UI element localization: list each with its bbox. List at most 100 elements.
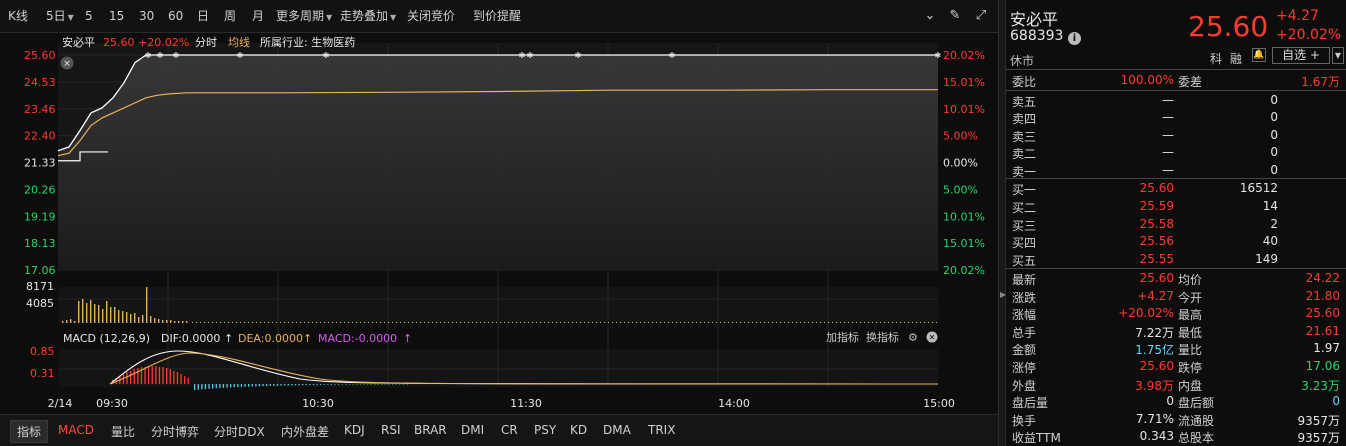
macd-bar (262, 384, 264, 387)
switch-indicator-button[interactable]: 换指标 (866, 330, 899, 344)
price-tick: 17.06 (24, 264, 56, 277)
volume-bar (138, 317, 140, 323)
volume-bar (852, 322, 853, 323)
add-watchlist-button[interactable]: 自选 + (1272, 47, 1330, 64)
volume-bar (876, 322, 877, 323)
volume-bar (596, 322, 597, 323)
tab-内外盘差[interactable]: 内外盘差 (281, 423, 329, 440)
price-alert-button[interactable]: 到价提醒 (473, 9, 521, 23)
expand-icon[interactable]: ⤢ (972, 7, 990, 25)
macd-bar (399, 384, 401, 385)
pct-tick: 15.01% (943, 237, 985, 250)
volume-bar (288, 322, 289, 323)
volume-bar (568, 322, 569, 323)
volume-bar (432, 322, 433, 323)
more-periods-dropdown[interactable]: 更多周期 ▼ (276, 9, 332, 25)
chevron-down-icon[interactable]: ▼ (1332, 47, 1344, 64)
volume-bar (800, 322, 801, 323)
tab-psy[interactable]: PSY (534, 423, 556, 437)
ask-row: 卖四 —0 (1012, 110, 1278, 127)
stock-code: 688393 (1010, 28, 1064, 44)
panel-divider[interactable]: ▶ (998, 0, 1006, 446)
tab-15min[interactable]: 15 (109, 9, 124, 23)
volume-bar (516, 322, 517, 323)
volume-bar (936, 322, 937, 323)
volume-bar (856, 322, 857, 323)
volume-bar (460, 322, 461, 323)
bell-icon[interactable]: 🔔 (1252, 48, 1266, 62)
macd-bar (302, 384, 304, 386)
volume-bar (372, 322, 373, 323)
volume-bar (228, 322, 229, 323)
volume-bar (608, 322, 609, 323)
stat-row: 收益TTM 0.343 总股本 9357万 (1012, 429, 1340, 446)
volume-bar (840, 322, 841, 323)
overlay-dropdown[interactable]: 走势叠加 ▼ (340, 9, 396, 25)
volume-bar (764, 322, 765, 323)
tab-dmi[interactable]: DMI (461, 423, 484, 437)
pct-tick: 0.00% (943, 157, 978, 170)
tab-分时ddx[interactable]: 分时DDX (214, 423, 265, 440)
tab-trix[interactable]: TRIX (648, 423, 675, 437)
volume-bar (588, 322, 589, 323)
volume-bar (644, 322, 645, 323)
volume-bar (396, 322, 397, 323)
tab-分时博弈[interactable]: 分时博弈 (151, 423, 199, 440)
info-icon[interactable]: i (1068, 32, 1081, 45)
volume-bar (408, 322, 409, 323)
macd-bar (381, 384, 383, 385)
macd-bar (237, 384, 239, 388)
tab-cr[interactable]: CR (501, 423, 518, 437)
tab-week[interactable]: 周 (224, 9, 236, 23)
price-fill (58, 55, 938, 270)
limit-marker-icon: ✱ (323, 51, 330, 60)
tab-macd[interactable]: MACD (58, 423, 94, 437)
volume-bar (236, 322, 237, 323)
close-auction-button[interactable]: 关闭竞价 (407, 9, 455, 23)
tab-kd[interactable]: KD (570, 423, 587, 437)
intraday-chart[interactable]: ✱ ✱ ✱ ✱ ✱ ✱ ✱ ✱ ✱ ✱ 25.6024.5323.4622.4021.3320.2… (0, 33, 998, 414)
chart-mode: 分时 (195, 36, 217, 49)
stat-row: 换手 7.71% 流通股 9357万 (1012, 411, 1340, 428)
volume-bar (264, 322, 265, 323)
circle-chevron-down-icon[interactable]: ⌄ (921, 7, 939, 25)
volume-bar (508, 322, 509, 323)
tab-5day[interactable]: 5日 ▼ (46, 9, 74, 25)
volume-bar (196, 322, 197, 323)
volume-bar (78, 301, 80, 323)
volume-bar (848, 322, 849, 323)
volume-bar (524, 322, 525, 323)
volume-bar (216, 322, 217, 323)
volume-bar (564, 322, 565, 323)
volume-bar (66, 320, 68, 323)
tab-60min[interactable]: 60 (168, 9, 183, 23)
macd-bar (201, 384, 203, 390)
tab-month[interactable]: 月 (252, 9, 264, 23)
brush-icon[interactable]: ✎ (946, 7, 964, 25)
tab-brar[interactable]: BRAR (414, 423, 447, 437)
volume-bar (340, 322, 341, 323)
volume-bar (98, 305, 100, 323)
volume-bar (360, 322, 361, 323)
volume-bar (632, 322, 633, 323)
tab-day[interactable]: 日 (197, 9, 209, 23)
volume-bar (170, 320, 172, 323)
gear-icon[interactable]: ⚙ (908, 331, 918, 344)
volume-bar (704, 322, 705, 323)
volume-bar (94, 304, 96, 323)
tab-量比[interactable]: 量比 (111, 423, 135, 440)
weibi-row: 委比 100.00% 委差 1.67万 (1012, 73, 1340, 89)
tab-kdj[interactable]: KDJ (344, 423, 365, 437)
macd-bar (219, 384, 221, 389)
tab-kline[interactable]: K线 (8, 9, 28, 23)
volume-bar (428, 322, 429, 323)
tab-dma[interactable]: DMA (603, 423, 631, 437)
tab-5min[interactable]: 5 (85, 9, 93, 23)
tab-指标[interactable]: 指标 (10, 420, 49, 443)
tab-30min[interactable]: 30 (139, 9, 154, 23)
add-indicator-button[interactable]: 加指标 (826, 330, 859, 344)
tab-rsi[interactable]: RSI (381, 423, 401, 437)
volume-bar (220, 322, 221, 323)
chart-area[interactable]: ✱ ✱ ✱ ✱ ✱ ✱ ✱ ✱ ✱ ✱ 25.60 24.53 23.46 22.40 21.33 20.2… (0, 33, 998, 446)
volume-bar (708, 322, 709, 323)
